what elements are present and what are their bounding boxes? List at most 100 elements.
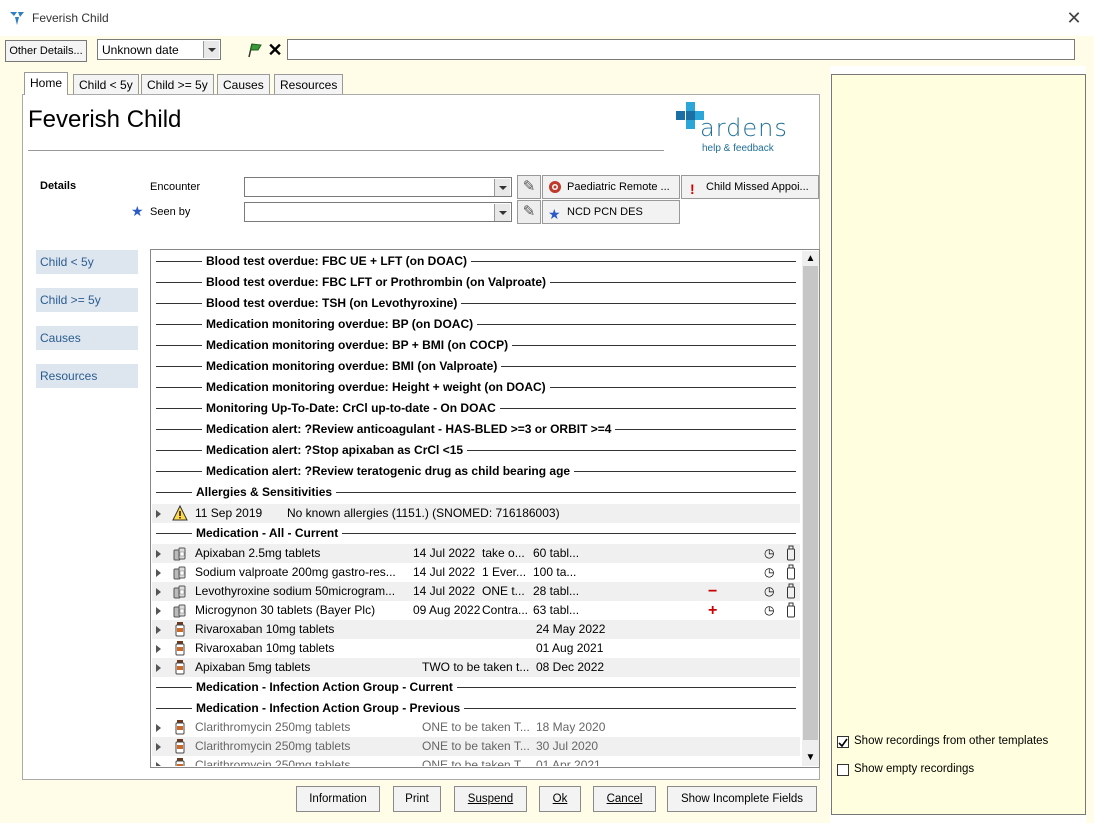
header-text: Medication monitoring overdue: BP + BMI … — [202, 336, 513, 355]
ardens-logo-text[interactable]: ardens — [700, 114, 788, 142]
tab-child-under-5[interactable]: Child < 5y — [73, 74, 139, 94]
scroll-down-icon[interactable]: ▼ — [802, 750, 819, 765]
medication-date: 08 Dec 2022 — [536, 660, 605, 674]
section-header: Medication - Infection Action Group - Pr… — [152, 699, 800, 718]
information-button[interactable]: Information — [296, 786, 380, 812]
header-text: Medication - Infection Action Group - Cu… — [192, 678, 457, 697]
list-item[interactable]: Clarithromycin 250mg tablets ONE to be ta… — [152, 737, 800, 756]
header-rule-left — [156, 708, 192, 709]
expand-icon[interactable] — [156, 626, 161, 634]
repeat-medication-icon — [173, 547, 186, 561]
expand-icon[interactable] — [156, 762, 161, 766]
header-text: Blood test overdue: TSH (on Levothyroxin… — [202, 294, 462, 313]
show-incomplete-fields-button[interactable]: Show Incomplete Fields — [667, 786, 817, 812]
encounter-select[interactable] — [244, 177, 512, 197]
sidenav-child-5-plus[interactable]: Child >= 5y — [36, 288, 138, 312]
medication-dose: ONE to be taken T... — [422, 720, 530, 734]
section-header: Blood test overdue: TSH (on Levothyroxin… — [152, 294, 800, 313]
list-item[interactable]: Apixaban 2.5mg tablets 14 Jul 2022 take o.… — [152, 544, 800, 563]
section-header: Blood test overdue: FBC LFT or Prothromb… — [152, 273, 800, 292]
header-text: Medication alert: ?Review anticoagulant … — [202, 420, 616, 439]
list-item[interactable]: Microgynon 30 tablets (Bayer Plc) 09 Aug … — [152, 601, 800, 620]
list-item[interactable]: Levothyroxine sodium 50microgram... 14 Ju… — [152, 582, 800, 601]
edit-seen-by-pencil-icon[interactable]: ✎ — [517, 200, 541, 224]
repeat-medication-icon — [173, 585, 186, 599]
app-logo-icon — [10, 12, 24, 25]
notes-input[interactable] — [287, 39, 1075, 60]
sidenav-child-under-5[interactable]: Child < 5y — [36, 250, 138, 274]
tab-home[interactable]: Home — [24, 72, 69, 95]
star-icon: ★ — [548, 206, 561, 222]
paediatric-remote-button[interactable]: Paediatric Remote ... — [542, 175, 680, 199]
header-rule-left — [156, 533, 192, 534]
header-rule-left — [156, 429, 202, 430]
green-flag-icon[interactable] — [244, 40, 264, 60]
section-header: Blood test overdue: FBC UE + LFT (on DOA… — [152, 252, 800, 271]
header-rule-left — [156, 492, 192, 493]
list-item[interactable]: Clarithromycin 250mg tablets ONE to be ta… — [152, 718, 800, 737]
chevron-down-icon[interactable] — [203, 41, 219, 58]
heading-divider — [28, 150, 664, 151]
expand-icon[interactable] — [156, 664, 161, 672]
medication-quantity: 28 tabl... — [533, 584, 580, 598]
ok-button[interactable]: Ok — [539, 786, 581, 812]
show-empty-recordings-checkbox[interactable] — [837, 764, 849, 776]
medication-dose: TWO to be taken t... — [422, 660, 530, 674]
expand-icon[interactable] — [156, 550, 161, 558]
print-button[interactable]: Print — [393, 786, 441, 812]
medication-date: 30 Jul 2020 — [536, 739, 599, 753]
child-missed-label: Child Missed Appoi... — [706, 181, 809, 193]
medication-bottle-icon — [175, 622, 185, 637]
help-feedback-link[interactable]: help & feedback — [702, 143, 774, 154]
clear-date-icon[interactable]: ✕ — [265, 40, 285, 60]
child-missed-appointment-button[interactable]: ! Child Missed Appoi... — [681, 175, 819, 199]
header-text: Medication alert: ?Stop apixaban as CrCl… — [202, 441, 468, 460]
seen-by-select[interactable] — [244, 202, 512, 222]
expand-icon[interactable] — [156, 588, 161, 596]
show-other-templates-checkbox[interactable] — [837, 736, 849, 748]
tab-child-5-plus[interactable]: Child >= 5y — [141, 74, 214, 94]
medication-date: 01 Aug 2021 — [536, 641, 604, 655]
chevron-down-icon[interactable] — [494, 204, 510, 221]
header-rule-left — [156, 450, 202, 451]
ncd-pcn-des-button[interactable]: ★ NCD PCN DES — [542, 200, 680, 224]
edit-encounter-pencil-icon[interactable]: ✎ — [517, 175, 541, 199]
suspend-button[interactable]: Suspend — [454, 786, 527, 812]
medication-date: 14 Jul 2022 — [413, 565, 476, 579]
medication-dose: ONE t... — [482, 584, 525, 598]
expand-icon[interactable] — [156, 645, 161, 653]
list-item[interactable]: Rivaroxaban 10mg tablets 01 Aug 2021 — [152, 639, 800, 658]
review-mark-icon: − — [708, 583, 718, 600]
medication-name: Clarithromycin 250mg tablets — [195, 739, 351, 753]
tab-causes[interactable]: Causes — [217, 74, 270, 94]
chevron-down-icon[interactable] — [494, 179, 510, 196]
header-text: Blood test overdue: FBC UE + LFT (on DOA… — [202, 252, 471, 271]
sidenav-causes[interactable]: Causes — [36, 326, 138, 350]
expand-icon[interactable] — [156, 743, 161, 751]
medication-date: 01 Apr 2021 — [536, 758, 601, 766]
sidenav-resources[interactable]: Resources — [36, 364, 138, 388]
expand-icon[interactable] — [156, 724, 161, 732]
header-rule-left — [156, 303, 202, 304]
scroll-up-icon[interactable]: ▲ — [802, 251, 819, 266]
other-details-button[interactable]: Other Details... — [5, 40, 87, 62]
expand-icon[interactable] — [156, 569, 161, 577]
date-select[interactable]: Unknown date — [97, 39, 221, 60]
cancel-button[interactable]: Cancel — [593, 786, 656, 812]
scrollbar-thumb[interactable] — [803, 266, 818, 740]
list-item[interactable]: Clarithromycin 250mg tablets ONE to be ta… — [152, 756, 800, 766]
section-header: Monitoring Up-To-Date: CrCl up-to-date -… — [152, 399, 800, 418]
close-icon[interactable]: ✕ — [1064, 8, 1084, 28]
medication-date: 09 Aug 2022 — [413, 603, 481, 617]
list-item[interactable]: Sodium valproate 200mg gastro-res... 14 J… — [152, 563, 800, 582]
allergy-date: 11 Sep 2019 — [195, 506, 263, 520]
tab-resources[interactable]: Resources — [274, 74, 344, 94]
list-item[interactable]: 11 Sep 2019 No known allergies (1151.) (S… — [152, 504, 800, 523]
list-item[interactable]: Apixaban 5mg tablets TWO to be taken t...… — [152, 658, 800, 677]
medication-dose: 1 Ever... — [482, 565, 527, 579]
expand-icon[interactable] — [156, 607, 161, 615]
list-item[interactable]: Rivaroxaban 10mg tablets 24 May 2022 — [152, 620, 800, 639]
expand-icon[interactable] — [156, 510, 161, 518]
allergy-text: No known allergies (1151.) (SNOMED: 7161… — [287, 506, 560, 520]
repeat-medication-icon — [173, 566, 186, 580]
